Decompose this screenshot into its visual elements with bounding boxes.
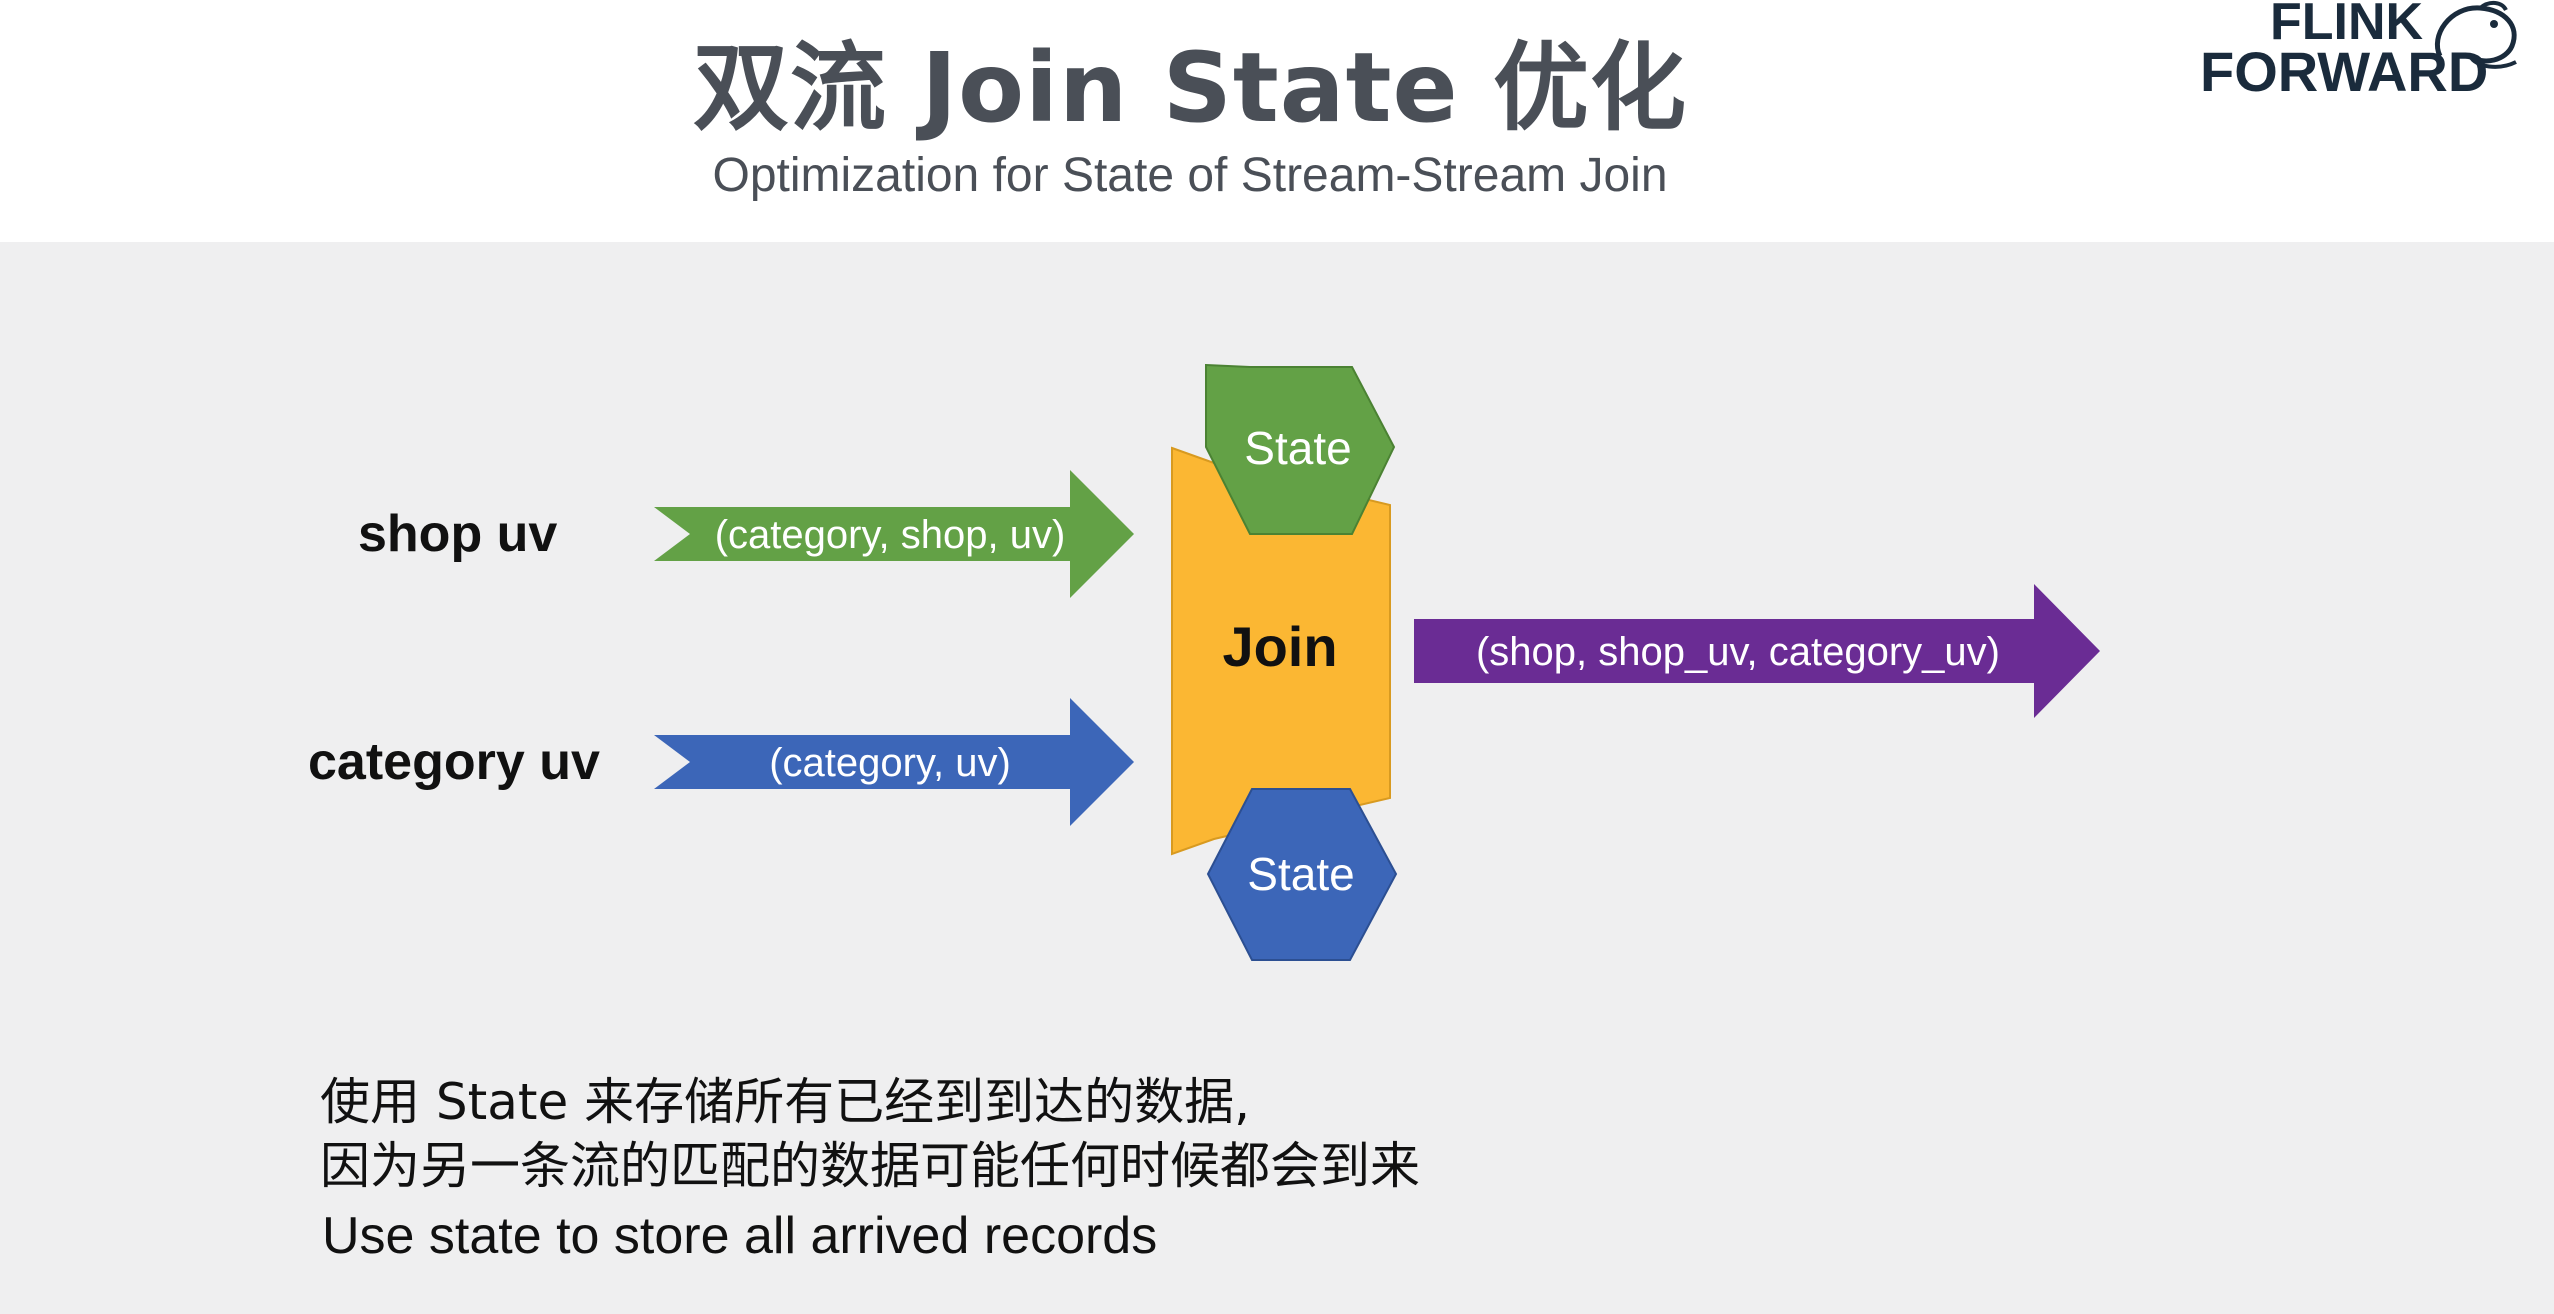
squirrel-icon	[2434, 1, 2517, 69]
join-label: Join	[1222, 615, 1337, 678]
input-label-category-uv: category uv	[308, 733, 600, 791]
flink-forward-logo: FLINK FORWARD	[2200, 0, 2530, 106]
note-zh-line2: 因为另一条流的匹配的数据可能任何时候都会到来	[320, 1137, 1420, 1195]
slide-title: 双流 Join State 优化	[693, 32, 1687, 144]
category-uv-arrow-text: (category, uv)	[769, 741, 1011, 785]
note-zh-line1: 使用 State 来存储所有已经到到达的数据,	[320, 1073, 1251, 1131]
state-label-top: State	[1244, 422, 1351, 474]
note-en: Use state to store all arrived records	[322, 1207, 1158, 1265]
diagram-stage: Join (category, shop, uv) (category, uv)…	[0, 242, 2554, 1314]
input-label-shop-uv: shop uv	[358, 505, 558, 563]
slide-subtitle: Optimization for State of Stream-Stream …	[712, 149, 1668, 202]
slide-header: 双流 Join State 优化 Optimization for State …	[0, 0, 2554, 242]
join-diagram: Join (category, shop, uv) (category, uv)…	[654, 363, 2100, 961]
output-arrow-text: (shop, shop_uv, category_uv)	[1476, 630, 2000, 674]
state-label-bottom: State	[1247, 848, 1354, 900]
shop-uv-arrow-text: (category, shop, uv)	[715, 513, 1066, 557]
